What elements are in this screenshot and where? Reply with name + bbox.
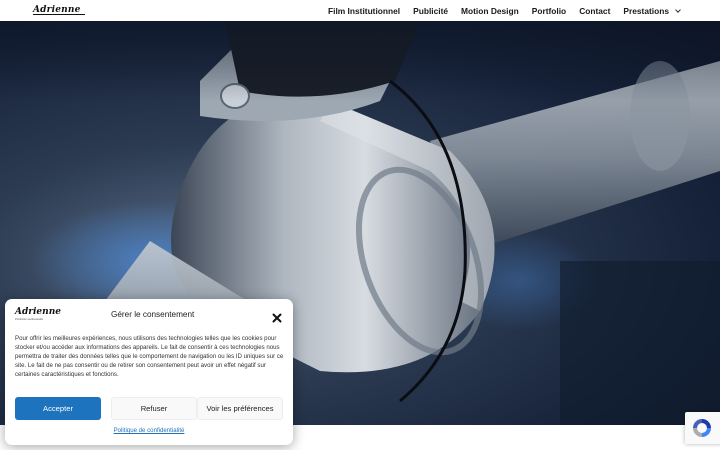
refuse-button[interactable]: Refuser [111, 397, 197, 420]
recaptcha-badge[interactable] [685, 412, 720, 444]
nav-item-prestations[interactable]: Prestations [623, 5, 681, 16]
nav-label: Contact [579, 5, 611, 16]
nav-item-contact[interactable]: Contact [579, 6, 610, 16]
nav-item-portfolio[interactable]: Portfolio [532, 6, 566, 16]
nav-item-publicite[interactable]: Publicité [413, 6, 448, 16]
close-icon[interactable] [272, 310, 282, 323]
consent-description: Pour offrir les meilleures expériences, … [15, 335, 284, 379]
modal-logo: Adrienne Production audiovisuelle [15, 308, 67, 322]
modal-title: Gérer le consentement [111, 310, 195, 319]
privacy-policy-link[interactable]: Politique de confidentialité [5, 427, 293, 434]
modal-logo-tagline: Production audiovisuelle [15, 318, 44, 321]
nav-item-motion-design[interactable]: Motion Design [461, 6, 519, 16]
logo-underline [33, 14, 85, 15]
modal-logo-text: Adrienne [15, 307, 61, 317]
cookie-consent-modal: Adrienne Production audiovisuelle Gérer … [5, 299, 293, 445]
top-vignette [0, 21, 720, 101]
site-logo[interactable]: Adrienne [33, 4, 85, 16]
chevron-down-icon [675, 6, 681, 13]
nav-label: Film Institutionnel [328, 5, 401, 16]
nav-label: Publicité [413, 5, 449, 16]
nav-item-film-institutionnel[interactable]: Film Institutionnel [328, 6, 400, 16]
main-nav: Film Institutionnel Publicité Motion Des… [328, 0, 681, 21]
nav-label: Motion Design [461, 5, 519, 16]
nav-label: Prestations [623, 5, 669, 16]
nav-label: Portfolio [531, 5, 567, 16]
site-header: Adrienne Film Institutionnel Publicité M… [0, 0, 720, 21]
recaptcha-icon [693, 419, 711, 437]
background-shadow [560, 261, 720, 425]
accept-button[interactable]: Accepter [15, 397, 101, 420]
preferences-button[interactable]: Voir les préférences [197, 397, 283, 420]
